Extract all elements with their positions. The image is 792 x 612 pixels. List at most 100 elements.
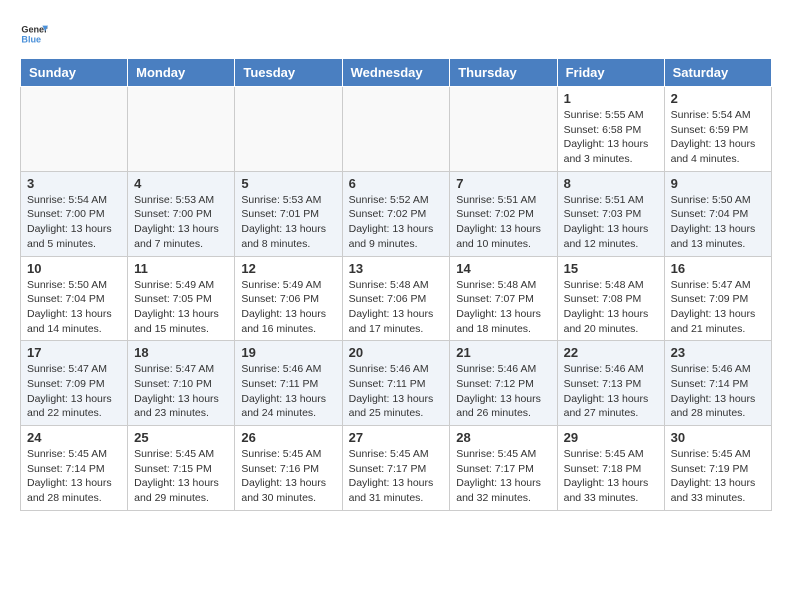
day-number: 18 <box>134 345 228 360</box>
calendar-cell: 19 Sunrise: 5:46 AM Sunset: 7:11 PM Dayli… <box>235 341 342 426</box>
day-info: Sunrise: 5:48 AM Sunset: 7:08 PM Dayligh… <box>564 278 658 337</box>
calendar-week-4: 17Sunrise: 5:47 AM Sunset: 7:09 PM Dayli… <box>21 341 772 426</box>
day-number: 2 <box>671 91 765 106</box>
logo-icon: General Blue <box>20 20 48 48</box>
calendar-week-3: 10 Sunrise: 5:50 AM Sunset: 7:04 PM Dayli… <box>21 256 772 341</box>
day-number: 3 <box>27 176 121 191</box>
calendar-cell: 10 Sunrise: 5:50 AM Sunset: 7:04 PM Dayli… <box>21 256 128 341</box>
page-header: General Blue <box>20 20 772 48</box>
day-info: Sunrise: 5:45 AM Sunset: 7:19 PM Dayligh… <box>671 447 765 506</box>
day-info: Sunrise: 5:45 AM Sunset: 7:14 PM Dayligh… <box>27 447 121 506</box>
day-info: Sunrise: 5:48 AM Sunset: 7:07 PM Dayligh… <box>456 278 550 337</box>
calendar-cell: 17Sunrise: 5:47 AM Sunset: 7:09 PM Dayli… <box>21 341 128 426</box>
calendar-cell: 14 Sunrise: 5:48 AM Sunset: 7:07 PM Dayli… <box>450 256 557 341</box>
day-info: Sunrise: 5:46 AM Sunset: 7:14 PM Dayligh… <box>671 362 765 421</box>
day-number: 5 <box>241 176 335 191</box>
day-number: 11 <box>134 261 228 276</box>
day-info: Sunrise: 5:45 AM Sunset: 7:16 PM Dayligh… <box>241 447 335 506</box>
day-number: 8 <box>564 176 658 191</box>
calendar-cell <box>342 87 450 172</box>
day-number: 27 <box>349 430 444 445</box>
calendar-cell: 29 Sunrise: 5:45 AM Sunset: 7:18 PM Dayli… <box>557 426 664 511</box>
day-info: Sunrise: 5:55 AM Sunset: 6:58 PM Dayligh… <box>564 108 658 167</box>
day-number: 30 <box>671 430 765 445</box>
day-info: Sunrise: 5:53 AM Sunset: 7:00 PM Dayligh… <box>134 193 228 252</box>
weekday-header-monday: Monday <box>128 59 235 87</box>
day-info: Sunrise: 5:45 AM Sunset: 7:17 PM Dayligh… <box>456 447 550 506</box>
day-number: 21 <box>456 345 550 360</box>
day-info: Sunrise: 5:46 AM Sunset: 7:11 PM Dayligh… <box>241 362 335 421</box>
calendar-cell <box>128 87 235 172</box>
weekday-header-sunday: Sunday <box>21 59 128 87</box>
day-number: 15 <box>564 261 658 276</box>
calendar-cell <box>235 87 342 172</box>
calendar-cell: 4 Sunrise: 5:53 AM Sunset: 7:00 PM Daylig… <box>128 171 235 256</box>
logo: General Blue <box>20 20 48 48</box>
svg-text:Blue: Blue <box>21 34 41 44</box>
calendar-cell: 8 Sunrise: 5:51 AM Sunset: 7:03 PM Daylig… <box>557 171 664 256</box>
calendar-cell <box>450 87 557 172</box>
calendar-cell: 28 Sunrise: 5:45 AM Sunset: 7:17 PM Dayli… <box>450 426 557 511</box>
calendar-cell: 6 Sunrise: 5:52 AM Sunset: 7:02 PM Daylig… <box>342 171 450 256</box>
day-number: 4 <box>134 176 228 191</box>
calendar-cell: 26 Sunrise: 5:45 AM Sunset: 7:16 PM Dayli… <box>235 426 342 511</box>
day-info: Sunrise: 5:51 AM Sunset: 7:03 PM Dayligh… <box>564 193 658 252</box>
day-info: Sunrise: 5:51 AM Sunset: 7:02 PM Dayligh… <box>456 193 550 252</box>
day-info: Sunrise: 5:49 AM Sunset: 7:06 PM Dayligh… <box>241 278 335 337</box>
weekday-header-saturday: Saturday <box>664 59 771 87</box>
calendar-cell: 7 Sunrise: 5:51 AM Sunset: 7:02 PM Daylig… <box>450 171 557 256</box>
day-info: Sunrise: 5:47 AM Sunset: 7:09 PM Dayligh… <box>671 278 765 337</box>
day-number: 22 <box>564 345 658 360</box>
calendar-cell: 2Sunrise: 5:54 AM Sunset: 6:59 PM Daylig… <box>664 87 771 172</box>
day-info: Sunrise: 5:46 AM Sunset: 7:13 PM Dayligh… <box>564 362 658 421</box>
calendar-week-1: 1 Sunrise: 5:55 AM Sunset: 6:58 PM Daylig… <box>21 87 772 172</box>
day-info: Sunrise: 5:48 AM Sunset: 7:06 PM Dayligh… <box>349 278 444 337</box>
calendar-cell: 3Sunrise: 5:54 AM Sunset: 7:00 PM Daylig… <box>21 171 128 256</box>
day-number: 20 <box>349 345 444 360</box>
day-number: 6 <box>349 176 444 191</box>
day-info: Sunrise: 5:50 AM Sunset: 7:04 PM Dayligh… <box>671 193 765 252</box>
calendar-cell: 22 Sunrise: 5:46 AM Sunset: 7:13 PM Dayli… <box>557 341 664 426</box>
calendar-cell: 20Sunrise: 5:46 AM Sunset: 7:11 PM Dayli… <box>342 341 450 426</box>
day-number: 14 <box>456 261 550 276</box>
day-info: Sunrise: 5:47 AM Sunset: 7:09 PM Dayligh… <box>27 362 121 421</box>
day-number: 28 <box>456 430 550 445</box>
weekday-header-wednesday: Wednesday <box>342 59 450 87</box>
calendar-week-2: 3Sunrise: 5:54 AM Sunset: 7:00 PM Daylig… <box>21 171 772 256</box>
calendar-cell: 9 Sunrise: 5:50 AM Sunset: 7:04 PM Daylig… <box>664 171 771 256</box>
calendar-cell: 13Sunrise: 5:48 AM Sunset: 7:06 PM Dayli… <box>342 256 450 341</box>
calendar-cell: 24Sunrise: 5:45 AM Sunset: 7:14 PM Dayli… <box>21 426 128 511</box>
day-info: Sunrise: 5:50 AM Sunset: 7:04 PM Dayligh… <box>27 278 121 337</box>
day-number: 25 <box>134 430 228 445</box>
day-info: Sunrise: 5:45 AM Sunset: 7:15 PM Dayligh… <box>134 447 228 506</box>
day-number: 1 <box>564 91 658 106</box>
day-number: 10 <box>27 261 121 276</box>
calendar-cell: 5 Sunrise: 5:53 AM Sunset: 7:01 PM Daylig… <box>235 171 342 256</box>
day-number: 19 <box>241 345 335 360</box>
day-info: Sunrise: 5:47 AM Sunset: 7:10 PM Dayligh… <box>134 362 228 421</box>
calendar-cell <box>21 87 128 172</box>
day-info: Sunrise: 5:46 AM Sunset: 7:12 PM Dayligh… <box>456 362 550 421</box>
day-number: 9 <box>671 176 765 191</box>
calendar-cell: 15 Sunrise: 5:48 AM Sunset: 7:08 PM Dayli… <box>557 256 664 341</box>
weekday-header-thursday: Thursday <box>450 59 557 87</box>
day-number: 26 <box>241 430 335 445</box>
day-number: 7 <box>456 176 550 191</box>
calendar-cell: 11Sunrise: 5:49 AM Sunset: 7:05 PM Dayli… <box>128 256 235 341</box>
day-info: Sunrise: 5:52 AM Sunset: 7:02 PM Dayligh… <box>349 193 444 252</box>
calendar-cell: 18 Sunrise: 5:47 AM Sunset: 7:10 PM Dayli… <box>128 341 235 426</box>
calendar-cell: 16 Sunrise: 5:47 AM Sunset: 7:09 PM Dayli… <box>664 256 771 341</box>
calendar-cell: 1 Sunrise: 5:55 AM Sunset: 6:58 PM Daylig… <box>557 87 664 172</box>
calendar-cell: 25 Sunrise: 5:45 AM Sunset: 7:15 PM Dayli… <box>128 426 235 511</box>
calendar-cell: 30 Sunrise: 5:45 AM Sunset: 7:19 PM Dayli… <box>664 426 771 511</box>
weekday-header-row: SundayMondayTuesdayWednesdayThursdayFrid… <box>21 59 772 87</box>
calendar-cell: 12Sunrise: 5:49 AM Sunset: 7:06 PM Dayli… <box>235 256 342 341</box>
day-info: Sunrise: 5:53 AM Sunset: 7:01 PM Dayligh… <box>241 193 335 252</box>
day-number: 16 <box>671 261 765 276</box>
calendar-cell: 23Sunrise: 5:46 AM Sunset: 7:14 PM Dayli… <box>664 341 771 426</box>
day-info: Sunrise: 5:45 AM Sunset: 7:18 PM Dayligh… <box>564 447 658 506</box>
weekday-header-friday: Friday <box>557 59 664 87</box>
calendar-week-5: 24Sunrise: 5:45 AM Sunset: 7:14 PM Dayli… <box>21 426 772 511</box>
calendar-cell: 27Sunrise: 5:45 AM Sunset: 7:17 PM Dayli… <box>342 426 450 511</box>
day-number: 29 <box>564 430 658 445</box>
